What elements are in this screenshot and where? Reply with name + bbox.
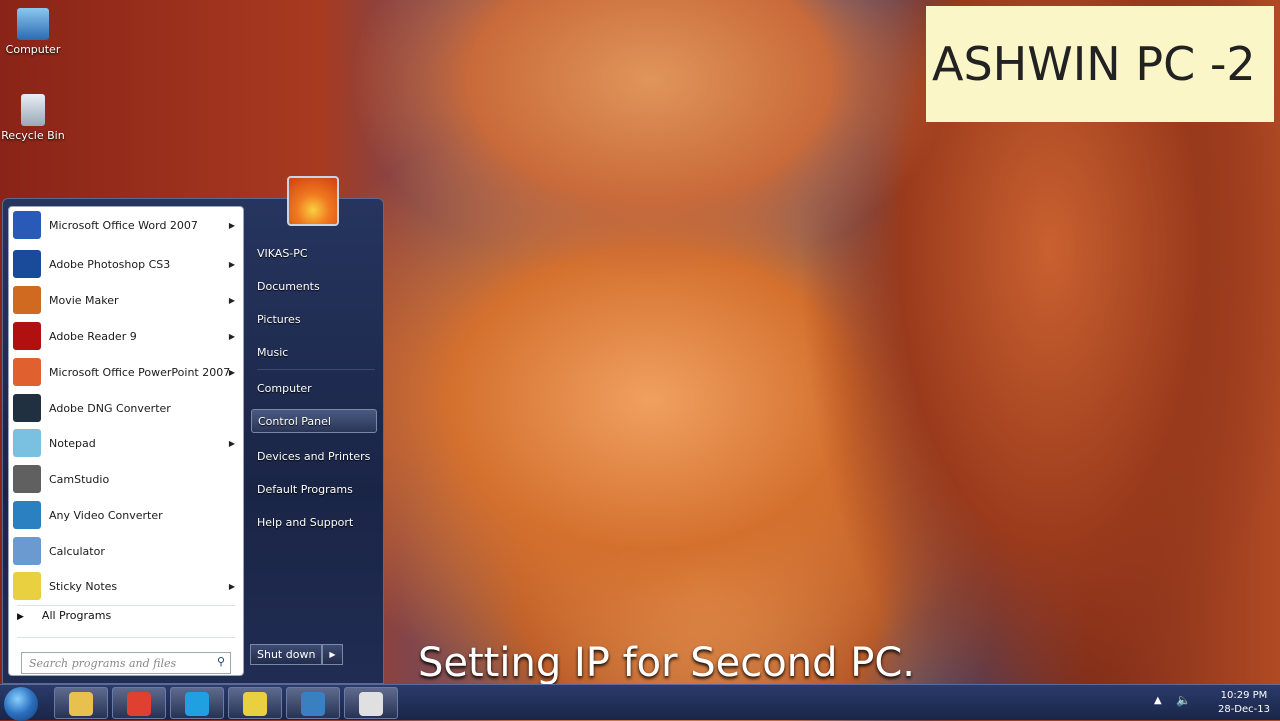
app-icon	[359, 692, 383, 716]
program-icon	[13, 537, 41, 565]
clock[interactable]: 10:29 PM 28-Dec-13	[1218, 689, 1270, 717]
start-place-item[interactable]: Pictures	[257, 313, 301, 326]
program-item[interactable]: Adobe DNG Converter	[13, 390, 241, 426]
program-icon	[13, 429, 41, 457]
program-label: Movie Maker	[49, 293, 119, 307]
all-programs-button[interactable]: ▶ All Programs	[17, 609, 111, 622]
submenu-arrow-icon[interactable]: ▶	[229, 296, 235, 305]
submenu-arrow-icon[interactable]: ▶	[229, 582, 235, 591]
program-icon	[13, 572, 41, 600]
start-menu: ▶ All Programs Search programs and files ⚲…	[2, 198, 384, 684]
computer-icon	[17, 8, 49, 40]
divider	[257, 369, 375, 370]
desktop-icon-label: Recycle Bin	[1, 129, 65, 142]
start-place-item[interactable]: Help and Support	[257, 516, 353, 529]
video-caption: Setting IP for Second PC.	[418, 640, 915, 686]
program-label: Sticky Notes	[49, 579, 118, 593]
divider	[17, 637, 235, 638]
program-item[interactable]: Movie Maker ▶	[13, 282, 241, 318]
taskbar-app-button[interactable]	[344, 687, 398, 719]
clock-time: 10:29 PM	[1220, 690, 1268, 701]
program-label: Microsoft Office Word 2007	[49, 218, 198, 232]
app-icon	[301, 692, 325, 716]
program-item[interactable]: Microsoft Office Word 2007 ▶	[13, 207, 241, 243]
program-icon	[13, 211, 41, 239]
title-banner: ASHWIN PC -2	[926, 6, 1274, 122]
program-label: Adobe Reader 9	[49, 329, 137, 343]
program-item[interactable]: Sticky Notes ▶	[13, 568, 241, 604]
programs-pane: ▶ All Programs Search programs and files ⚲…	[8, 206, 244, 676]
program-item[interactable]: Adobe Photoshop CS3 ▶	[13, 246, 241, 282]
program-label: Notepad	[49, 436, 96, 450]
shutdown-group: Shut down ▶	[250, 644, 343, 665]
submenu-arrow-icon[interactable]: ▶	[229, 260, 235, 269]
desktop-icon-computer[interactable]: Computer	[0, 8, 66, 56]
submenu-arrow-icon[interactable]: ▶	[229, 439, 235, 448]
program-icon	[13, 465, 41, 493]
app-icon	[243, 692, 267, 716]
start-place-item[interactable]: Music	[257, 346, 288, 359]
shutdown-button[interactable]: Shut down	[250, 644, 323, 665]
divider	[17, 605, 235, 606]
submenu-arrow-icon[interactable]: ▶	[229, 221, 235, 230]
program-icon	[13, 501, 41, 529]
start-place-item[interactable]: Default Programs	[257, 483, 353, 496]
program-item[interactable]: Calculator	[13, 533, 241, 569]
desktop-icon-label: Computer	[5, 43, 61, 56]
user-avatar[interactable]	[287, 176, 339, 226]
taskbar-app-button[interactable]	[112, 687, 166, 719]
triangle-right-icon: ▶	[17, 612, 24, 622]
taskbar-app-button[interactable]	[286, 687, 340, 719]
start-button[interactable]	[4, 687, 38, 721]
program-label: Calculator	[49, 544, 105, 558]
search-placeholder: Search programs and files	[29, 657, 177, 670]
program-icon	[13, 250, 41, 278]
program-label: Any Video Converter	[49, 508, 163, 522]
program-item[interactable]: Any Video Converter	[13, 497, 241, 533]
program-label: Microsoft Office PowerPoint 2007	[49, 365, 231, 379]
program-item[interactable]: CamStudio	[13, 461, 241, 497]
search-icon[interactable]: ⚲	[217, 655, 225, 668]
clock-date: 28-Dec-13	[1217, 704, 1270, 715]
start-place-item[interactable]: Devices and Printers	[257, 450, 370, 463]
start-place-item[interactable]: Computer	[257, 382, 312, 395]
program-icon	[13, 286, 41, 314]
program-item[interactable]: Adobe Reader 9 ▶	[13, 318, 241, 354]
program-icon	[13, 322, 41, 350]
search-input[interactable]: Search programs and files ⚲	[21, 652, 231, 674]
program-label: Adobe Photoshop CS3	[49, 257, 171, 271]
submenu-arrow-icon[interactable]: ▶	[229, 368, 235, 377]
app-icon	[185, 692, 209, 716]
program-icon	[13, 358, 41, 386]
program-item[interactable]: Notepad ▶	[13, 425, 241, 461]
program-label: CamStudio	[49, 472, 110, 486]
program-item[interactable]: Microsoft Office PowerPoint 2007 ▶	[13, 354, 241, 390]
taskbar-app-button[interactable]	[170, 687, 224, 719]
all-programs-label: All Programs	[41, 609, 112, 622]
taskbar: ▲ 🔈 10:29 PM 28-Dec-13	[0, 684, 1280, 721]
app-icon	[127, 692, 151, 716]
desktop-icon-recycle-bin[interactable]: Recycle Bin	[0, 94, 66, 142]
volume-icon[interactable]: 🔈	[1176, 693, 1191, 707]
start-place-item[interactable]: Documents	[257, 280, 320, 293]
taskbar-app-button[interactable]	[54, 687, 108, 719]
recycle-bin-icon	[21, 94, 45, 126]
taskbar-app-button[interactable]	[228, 687, 282, 719]
start-place-item[interactable]: VIKAS-PC	[257, 247, 308, 260]
program-label: Adobe DNG Converter	[49, 401, 171, 415]
submenu-arrow-icon[interactable]: ▶	[229, 332, 235, 341]
start-place-item[interactable]: Control Panel	[251, 409, 377, 433]
show-hidden-icons-icon[interactable]: ▲	[1154, 695, 1162, 706]
app-icon	[69, 692, 93, 716]
program-icon	[13, 394, 41, 422]
shutdown-options-arrow-icon[interactable]: ▶	[322, 644, 343, 665]
